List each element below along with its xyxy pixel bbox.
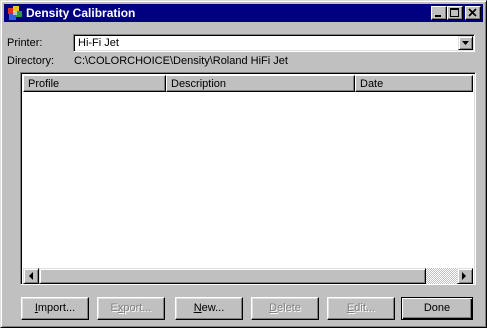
column-header-description[interactable]: Description — [166, 75, 355, 92]
maximize-button[interactable] — [447, 6, 463, 20]
printer-dropdown-button[interactable] — [458, 36, 473, 50]
new-button[interactable]: New... — [175, 297, 243, 320]
export-label-post: port... — [123, 302, 152, 314]
printer-select-value: Hi-Fi Jet — [78, 37, 119, 49]
scroll-left-button[interactable] — [23, 268, 39, 284]
done-button[interactable]: Done — [401, 297, 473, 320]
minimize-button[interactable] — [431, 6, 447, 20]
edit-label-post: dit... — [354, 302, 376, 314]
import-label-post: mport... — [37, 302, 76, 314]
printer-label: Printer: — [7, 37, 43, 49]
column-header-date[interactable]: Date — [355, 75, 473, 92]
printer-select[interactable]: Hi-Fi Jet — [73, 34, 475, 52]
density-calibration-window: Density Calibration Printer: Hi-Fi Jet D — [0, 0, 487, 328]
arrow-left-icon — [29, 272, 33, 280]
scroll-thumb[interactable] — [39, 268, 426, 284]
export-button[interactable]: Export... — [97, 297, 165, 320]
list-header: Profile Description Date — [23, 75, 473, 92]
new-accelerator: N — [193, 302, 202, 314]
arrow-right-icon — [462, 272, 466, 280]
maximize-icon — [450, 8, 459, 17]
directory-path: C:\COLORCHOICE\Density\Roland HiFi Jet — [74, 55, 288, 67]
done-label: Done — [423, 302, 451, 314]
import-button[interactable]: Import... — [21, 297, 89, 320]
title-bar[interactable]: Density Calibration — [4, 4, 483, 22]
scroll-right-button[interactable] — [457, 268, 473, 284]
chevron-down-icon — [462, 41, 469, 45]
window-title: Density Calibration — [26, 6, 136, 20]
delete-accelerator: D — [269, 302, 278, 314]
scroll-track[interactable] — [426, 268, 457, 284]
directory-label: Directory: — [7, 55, 55, 67]
new-label-post: ew... — [201, 302, 225, 314]
edit-button[interactable]: Edit... — [327, 297, 395, 320]
column-header-profile[interactable]: Profile — [23, 75, 166, 92]
profile-list[interactable]: Profile Description Date — [20, 72, 476, 285]
minimize-icon — [435, 15, 441, 17]
delete-button[interactable]: Delete — [251, 297, 319, 320]
export-label-pre: E — [110, 302, 118, 314]
app-palette-icon — [8, 6, 22, 20]
delete-label-post: elete — [277, 302, 301, 314]
close-button[interactable] — [465, 6, 481, 20]
close-icon — [468, 8, 477, 17]
horizontal-scrollbar[interactable] — [23, 268, 473, 284]
